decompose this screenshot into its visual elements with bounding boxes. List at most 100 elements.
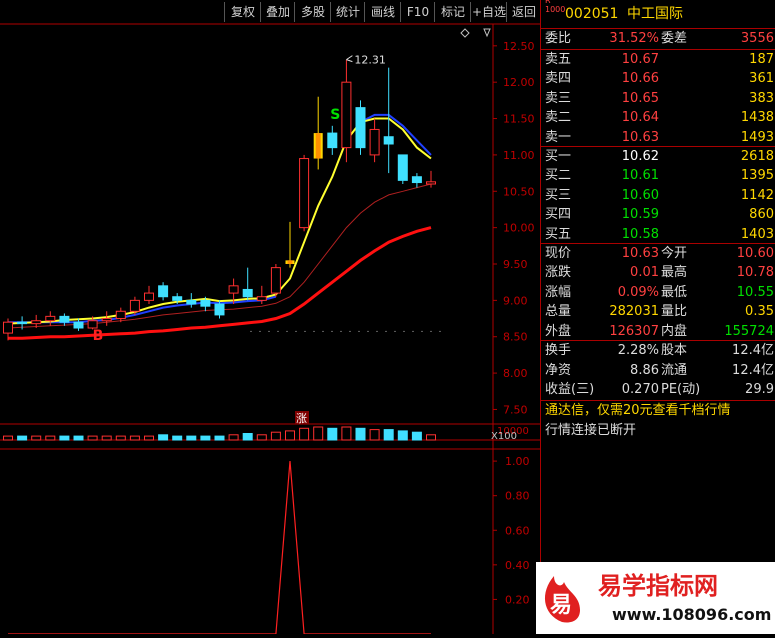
toolbar-button[interactable]: F10 <box>400 2 435 22</box>
toolbar-button[interactable]: 叠加 <box>260 2 295 22</box>
sell-price: 10.63 <box>621 129 659 145</box>
buy-price: 10.61 <box>621 168 659 184</box>
stat-label-2: 今开 <box>661 246 688 261</box>
volume-unit: X100 <box>491 431 517 442</box>
buy-row: 买三 10.60 1142 <box>541 186 775 206</box>
dotted-guide <box>349 330 351 332</box>
fundamental-label: 收益(三) <box>545 382 595 398</box>
toolbar-button[interactable]: 复权 <box>224 2 261 22</box>
sell-price: 10.64 <box>621 110 659 126</box>
stat-row: 现价 10.63 今开 10.60 <box>541 244 775 264</box>
dotted-guide <box>250 330 252 332</box>
fundamental-label-2: PE(动) <box>661 382 701 398</box>
sell-level-label: 卖一 <box>545 129 572 145</box>
buy-price: 10.60 <box>621 187 659 203</box>
fundamental-label: 净资 <box>545 362 572 378</box>
price-tick-label: 10.50 <box>503 185 535 198</box>
stat-value: 282031 <box>609 304 659 320</box>
buy-row: 买一 10.62 2618 <box>541 147 775 167</box>
dotted-guide <box>295 330 297 332</box>
candle-body <box>397 154 408 181</box>
sell-volume: 383 <box>749 90 774 106</box>
price-tick-label: 12.00 <box>503 76 535 89</box>
candle-body <box>45 315 56 322</box>
sell-price: 10.65 <box>621 90 659 106</box>
price-tick-label: 10.00 <box>503 222 535 235</box>
candle-body <box>327 132 338 149</box>
sell-row: 卖一 10.63 1493 <box>541 128 775 148</box>
buy-volume: 1142 <box>740 187 774 203</box>
dotted-guide <box>304 330 306 332</box>
sell-row: 卖四 10.66 361 <box>541 69 775 89</box>
fundamental-row: 收益(三) 0.270 PE(动) 29.9 <box>541 380 775 400</box>
buy-level-label: 买一 <box>545 149 572 164</box>
price-tick-label: 11.50 <box>503 113 535 126</box>
candle-body <box>101 318 112 322</box>
chart-toolbar: 复权 叠加 多股 统计 画线 F10 标记 +自选 返回 <box>0 0 540 24</box>
fundamental-value: 0.270 <box>621 382 659 398</box>
volume-bar <box>426 434 436 441</box>
candle-body <box>17 321 28 325</box>
stat-value: 10.63 <box>621 246 659 261</box>
buy-level-label: 买四 <box>545 207 572 223</box>
volume-bar <box>397 430 408 441</box>
toolbar-button[interactable]: 统计 <box>330 2 365 22</box>
volume-bar <box>17 435 28 441</box>
candle-body <box>3 321 13 334</box>
volume-bar <box>31 435 42 441</box>
candle-body <box>129 299 140 312</box>
sell-row: 卖三 10.65 383 <box>541 89 775 109</box>
fundamental-value-2: 12.4亿 <box>732 343 774 358</box>
stock-code: 002051 <box>565 6 619 22</box>
price-tick-label: 7.50 <box>503 403 528 416</box>
candle-body <box>242 288 253 298</box>
dotted-guide <box>286 330 288 332</box>
ma-line-blue <box>8 113 432 324</box>
logo-name: 易学指标网 <box>598 572 718 600</box>
kline-chart[interactable]: 12.50 12.00 11.50 11.00 10.50 10.00 9.50 9.00 8.… <box>0 0 540 634</box>
logo-mark: 易 <box>550 593 572 618</box>
fundamental-row: 净资 8.86 流通 12.4亿 <box>541 361 775 381</box>
toolbar-button[interactable]: 标记 <box>434 2 471 22</box>
indicator-tick-label: 1.00 <box>505 455 530 468</box>
fundamental-label-2: 股本 <box>661 343 688 358</box>
price-tick-label: 9.50 <box>503 258 528 271</box>
stock-name: 中工国际 <box>627 6 683 22</box>
stat-row: 涨跌 0.01 最高 10.78 <box>541 263 775 283</box>
quote-panel: R 1000 002051 中工国际 委比 31.52% 委差 3556 卖五 1… <box>540 0 775 634</box>
diamond-icon <box>460 28 470 38</box>
toolbar-button[interactable]: +自选 <box>470 2 507 22</box>
notice-line-2: 行情连接已断开 <box>541 421 775 441</box>
dotted-guide <box>313 330 315 332</box>
buy-row: 买五 10.58 1403 <box>541 225 775 245</box>
high-marker <box>346 55 353 63</box>
buy-volume: 2618 <box>740 149 774 164</box>
order-diff-label: 委差 <box>661 31 688 46</box>
candle-body <box>228 285 239 294</box>
toolbar-button[interactable]: 返回 <box>506 2 541 22</box>
candle-body <box>426 181 436 185</box>
stat-label: 外盘 <box>545 323 572 339</box>
dotted-guide <box>367 330 369 332</box>
ma-line-yellow <box>7 117 432 325</box>
stock-header: R 1000 002051 中工国际 <box>541 0 775 26</box>
dotted-guide <box>322 330 324 332</box>
volume-bar <box>313 426 324 441</box>
fundamental-row: 换手 2.28% 股本 12.4亿 <box>541 341 775 361</box>
volume-bar <box>172 435 183 441</box>
indicator-tick-label: 0.20 <box>505 593 530 606</box>
notice-line-1[interactable]: 通达信，仅需20元查看千档行情 <box>541 401 775 421</box>
buy-row: 买二 10.61 1395 <box>541 166 775 186</box>
candle-body <box>87 320 98 329</box>
candle-body <box>411 176 422 184</box>
stat-value-2: 0.35 <box>745 304 774 320</box>
stat-row: 外盘 126307 内盘 155724 <box>541 322 775 342</box>
toolbar-button[interactable]: 画线 <box>364 2 401 22</box>
price-tick-label: 8.00 <box>503 367 528 380</box>
dotted-guide <box>277 330 279 332</box>
candle-body <box>200 299 211 307</box>
price-tick-label: 12.50 <box>503 40 535 53</box>
candle-body <box>186 299 197 305</box>
toolbar-button[interactable]: 多股 <box>294 2 331 22</box>
notice-text[interactable]: 通达信，仅需20元查看千档行情 <box>545 401 731 421</box>
